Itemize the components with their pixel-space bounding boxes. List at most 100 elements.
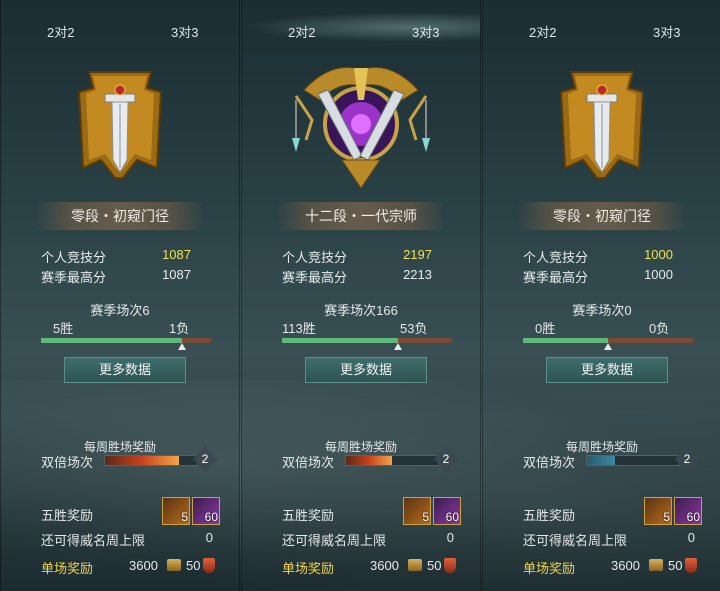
- banner-sword-icon: [77, 71, 163, 179]
- best-row: 赛季最高分 1000: [523, 267, 683, 285]
- coin-value: 3600: [370, 558, 399, 573]
- coin-icon: [408, 559, 422, 571]
- shield-icon: [444, 558, 456, 573]
- double-label: 双倍场次: [523, 455, 576, 470]
- best-row: 赛季最高分 2213: [282, 267, 442, 285]
- tab-2v2[interactable]: 2对2: [288, 22, 315, 41]
- shield-value: 50: [668, 558, 683, 573]
- purple-gem-icon[interactable]: 60: [192, 497, 220, 525]
- double-label: 双倍场次: [282, 455, 335, 470]
- shield-icon: [685, 558, 697, 573]
- arena-panel-2: 2对2 3对3 十二段・一代宗师 个人竞技分 2197 赛季最高分 2213 赛…: [241, 0, 481, 591]
- mode-tabs: 2对2 3对3: [1, 12, 239, 42]
- cap-row: 还可得威名周上限 0: [282, 530, 454, 549]
- score-label: 个人竞技分: [523, 250, 589, 265]
- win-fill: [523, 338, 608, 343]
- double-count: 2: [674, 446, 700, 472]
- double-bar: [586, 455, 680, 466]
- coin-icon: [167, 559, 181, 571]
- season-matches: 赛季场次166: [324, 303, 398, 318]
- five-win-label: 五胜奖励: [282, 508, 335, 523]
- tab-2v2[interactable]: 2对2: [529, 22, 556, 41]
- arena-panel-1: 2对2 3对3 零段・初窥门径 个人竞技分 1087 赛季最高分 1087 赛季…: [0, 0, 240, 591]
- double-label: 双倍场次: [41, 455, 94, 470]
- losses: 53负: [400, 321, 428, 336]
- five-win-label: 五胜奖励: [41, 508, 94, 523]
- mode-tabs: 2对2 3对3: [483, 12, 720, 42]
- wins: 0胜: [535, 321, 556, 336]
- losses: 0负: [649, 321, 670, 336]
- more-data-button[interactable]: 更多数据: [305, 357, 427, 383]
- score-row: 个人竞技分 1087: [41, 247, 201, 265]
- rank-title: 零段・初窥门径: [517, 202, 687, 230]
- single-reward-row: 单场奖励 3600 50: [282, 558, 460, 577]
- single-reward-row: 单场奖励 3600 50: [523, 558, 701, 577]
- season-matches: 赛季场次0: [572, 303, 632, 318]
- tab-3v3[interactable]: 3对3: [171, 22, 198, 41]
- score-label: 个人竞技分: [282, 250, 348, 265]
- score-label: 个人竞技分: [41, 250, 107, 265]
- score-row: 个人竞技分 1000: [523, 247, 683, 265]
- losses: 1负: [169, 321, 190, 336]
- double-count: 2: [192, 446, 218, 472]
- win-marker: [393, 343, 402, 350]
- arena-panel-3: 2对2 3对3 零段・初窥门径 个人竞技分 1000 赛季最高分 1000 赛季…: [482, 0, 720, 591]
- single-reward-row: 单场奖励 3600 50: [41, 558, 219, 577]
- win-fill: [282, 338, 398, 343]
- tab-3v3[interactable]: 3对3: [653, 22, 680, 41]
- best-value: 2213: [403, 267, 432, 282]
- score-value: 1000: [644, 247, 673, 262]
- grandmaster-emblem-icon: [292, 67, 430, 189]
- gold-chest-icon[interactable]: 5: [644, 497, 672, 525]
- single-label: 单场奖励: [523, 561, 576, 576]
- cap-value: 0: [446, 530, 454, 545]
- double-bar: [345, 455, 439, 466]
- cap-value: 0: [687, 530, 695, 545]
- single-label: 单场奖励: [282, 561, 335, 576]
- double-fill: [105, 456, 179, 465]
- cap-row: 还可得威名周上限 0: [41, 530, 213, 549]
- cap-label: 还可得威名周上限: [523, 533, 628, 548]
- banner-sword-icon: [559, 71, 645, 179]
- tab-2v2[interactable]: 2对2: [47, 22, 74, 41]
- double-count: 2: [433, 446, 459, 472]
- rank-title: 零段・初窥门径: [35, 202, 205, 230]
- cap-value: 0: [205, 530, 213, 545]
- shield-icon: [203, 558, 215, 573]
- best-label: 赛季最高分: [523, 270, 589, 285]
- best-value: 1000: [644, 267, 673, 282]
- five-win-label: 五胜奖励: [523, 508, 576, 523]
- cap-row: 还可得威名周上限 0: [523, 530, 695, 549]
- rank-title: 十二段・一代宗师: [276, 202, 446, 230]
- cap-label: 还可得威名周上限: [282, 533, 387, 548]
- shield-value: 50: [427, 558, 442, 573]
- score-value: 1087: [162, 247, 191, 262]
- coin-value: 3600: [611, 558, 640, 573]
- gold-chest-icon[interactable]: 5: [403, 497, 431, 525]
- single-label: 单场奖励: [41, 561, 94, 576]
- double-fill: [346, 456, 392, 465]
- double-fill: [587, 456, 615, 465]
- win-fill: [41, 338, 183, 343]
- wins: 113胜: [282, 321, 316, 336]
- cap-label: 还可得威名周上限: [41, 533, 146, 548]
- best-value: 1087: [162, 267, 191, 282]
- more-data-button[interactable]: 更多数据: [64, 357, 186, 383]
- shield-value: 50: [186, 558, 201, 573]
- score-row: 个人竞技分 2197: [282, 247, 442, 265]
- tab-3v3[interactable]: 3对3: [412, 22, 439, 41]
- best-label: 赛季最高分: [41, 270, 107, 285]
- win-marker: [178, 343, 187, 350]
- mode-tabs: 2对2 3对3: [242, 12, 480, 42]
- purple-gem-icon[interactable]: 60: [674, 497, 702, 525]
- win-loss-bar: [282, 338, 452, 343]
- coin-value: 3600: [129, 558, 158, 573]
- more-data-button[interactable]: 更多数据: [546, 357, 668, 383]
- best-row: 赛季最高分 1087: [41, 267, 201, 285]
- gold-chest-icon[interactable]: 5: [162, 497, 190, 525]
- win-marker: [604, 343, 612, 350]
- purple-gem-icon[interactable]: 60: [433, 497, 461, 525]
- double-bar: [104, 455, 198, 466]
- coin-icon: [649, 559, 663, 571]
- best-label: 赛季最高分: [282, 270, 348, 285]
